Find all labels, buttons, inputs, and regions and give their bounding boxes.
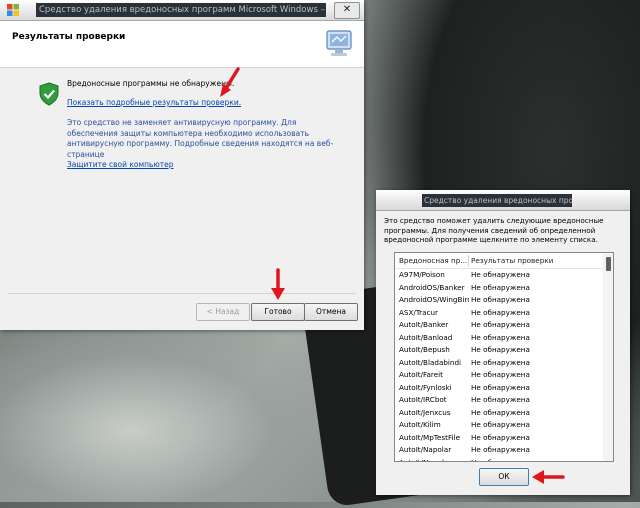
malware-name: AutoIt/MpTestFile bbox=[399, 432, 460, 442]
list-item[interactable]: AutoIt/Banker Не обнаружена bbox=[395, 319, 603, 332]
scan-result: Не обнаружена bbox=[471, 332, 530, 342]
malware-name: AutoIt/Fynloski bbox=[399, 382, 452, 392]
column-header-result[interactable]: Результаты проверки bbox=[471, 253, 553, 268]
scan-result: Не обнаружена bbox=[471, 370, 530, 379]
close-icon: ✕ bbox=[342, 4, 352, 15]
scan-result: Не обнаружена bbox=[471, 395, 530, 404]
malware-name: AutoIt/Bladabindi bbox=[399, 357, 462, 367]
list-rows: A97M/Poison Не обнаружена AndroidOS/Banker… bbox=[395, 269, 603, 462]
scan-result: Не обнаружена bbox=[471, 282, 530, 292]
scan-result: Не обнаружена bbox=[471, 407, 530, 417]
scrollbar-thumb[interactable] bbox=[606, 257, 611, 271]
malware-name: AutoIt/Bepush bbox=[399, 345, 450, 354]
ok-button[interactable]: ОК bbox=[479, 468, 529, 486]
malware-name: AutoIt/Napolar bbox=[399, 445, 452, 454]
list-item[interactable]: AutoIt/Jenxcus Не обнаружена bbox=[395, 407, 603, 420]
list-item[interactable]: AutoIt/Kilim Не обнаружена bbox=[395, 419, 603, 432]
back-button[interactable]: < Назад bbox=[196, 303, 250, 321]
scan-result: Не обнаружена bbox=[471, 345, 530, 354]
column-header-malware[interactable]: Вредоносная пр... bbox=[399, 253, 469, 268]
red-arrow-icon bbox=[220, 67, 240, 97]
scan-result: Не обнаружена bbox=[471, 457, 530, 462]
column-divider[interactable] bbox=[468, 255, 469, 266]
list-item[interactable]: AndroidOS/WingBird Не обнаружена bbox=[395, 294, 603, 307]
button-row-divider bbox=[8, 293, 356, 294]
scan-result: Не обнаружена bbox=[471, 445, 530, 454]
red-arrow-icon bbox=[271, 268, 285, 300]
malware-name: AutoIt/Jenxcus bbox=[399, 407, 451, 417]
info-paragraph: Это средство не заменяет антивирусную пр… bbox=[67, 118, 337, 171]
list-header: Вредоносная пр... Результаты проверки bbox=[395, 253, 603, 269]
close-button[interactable]: ✕ bbox=[334, 2, 360, 19]
malware-name: AutoIt/Fareit bbox=[399, 370, 443, 379]
list-item[interactable]: AndroidOS/Banker Не обнаружена bbox=[395, 282, 603, 295]
wizard-body: Вредоносные программы не обнаружены. Пок… bbox=[0, 68, 364, 292]
scan-result: Не обнаружена bbox=[471, 307, 530, 317]
scan-result: Не обнаружена bbox=[471, 295, 530, 304]
list-item[interactable]: AutoIt/Bepush Не обнаружена bbox=[395, 344, 603, 357]
scan-result: Не обнаружена bbox=[471, 420, 530, 429]
list-item[interactable]: AutoIt/Napolar Не обнаружена bbox=[395, 444, 603, 457]
list-item[interactable]: AutoIt/Fareit Не обнаружена bbox=[395, 369, 603, 382]
wizard-window-title: Средство удаления вредоносных программ M… bbox=[36, 3, 326, 17]
list-item[interactable]: ASX/Tracur Не обнаружена bbox=[395, 307, 603, 320]
malware-name: AutoIt/Kilim bbox=[399, 420, 441, 429]
list-item[interactable]: AutoIt/Banload Не обнаружена bbox=[395, 332, 603, 345]
scan-status-text: Вредоносные программы не обнаружены. bbox=[67, 79, 235, 88]
list-item[interactable]: AutoIt/Bladabindi Не обнаружена bbox=[395, 357, 603, 370]
results-window-title: Средство удаления вредоносных программ bbox=[422, 194, 572, 207]
malware-name: AndroidOS/Banker bbox=[399, 282, 465, 292]
finish-button[interactable]: Готово bbox=[251, 303, 305, 321]
malware-list[interactable]: Вредоносная пр... Результаты проверки A9… bbox=[394, 252, 614, 462]
list-item[interactable]: A97M/Poison Не обнаружена bbox=[395, 269, 603, 282]
wizard-titlebar[interactable]: Средство удаления вредоносных программ M… bbox=[0, 0, 364, 21]
protect-computer-link[interactable]: Защитите свой компьютер bbox=[67, 160, 174, 169]
malware-name: A97M/Poison bbox=[399, 270, 445, 279]
wallpaper-mist bbox=[0, 325, 330, 502]
malware-name: AutoIt/Banload bbox=[399, 332, 453, 342]
windows-flag-icon bbox=[7, 4, 19, 16]
wizard-header: Результаты проверки bbox=[0, 21, 364, 68]
results-window: Средство удаления вредоносных программ Э… bbox=[376, 190, 630, 495]
info-text: Это средство не заменяет антивирусную пр… bbox=[67, 118, 334, 159]
scan-result: Не обнаружена bbox=[471, 382, 530, 392]
red-arrow-icon bbox=[532, 470, 565, 484]
malware-name: AutoIt/IRCbot bbox=[399, 395, 447, 404]
shield-check-icon bbox=[39, 82, 59, 106]
monitor-scan-icon bbox=[326, 30, 352, 56]
malware-name: AndroidOS/WingBird bbox=[399, 295, 469, 304]
malware-name: ASX/Tracur bbox=[399, 307, 438, 317]
list-item[interactable]: AutoIt/Nuqel Не обнаружена bbox=[395, 457, 603, 462]
malware-name: AutoIt/Banker bbox=[399, 320, 449, 329]
cancel-button[interactable]: Отмена bbox=[304, 303, 358, 321]
scan-result: Не обнаружена bbox=[471, 357, 530, 367]
list-item[interactable]: AutoIt/Fynloski Не обнаружена bbox=[395, 382, 603, 395]
list-scrollbar[interactable] bbox=[603, 253, 613, 461]
show-details-link[interactable]: Показать подробные результаты проверки. bbox=[67, 98, 241, 107]
results-description: Это средство поможет удалить следующие в… bbox=[384, 216, 604, 244]
wizard-window: Средство удаления вредоносных программ M… bbox=[0, 0, 364, 330]
scan-result: Не обнаружена bbox=[471, 270, 530, 279]
scan-result: Не обнаружена bbox=[471, 432, 530, 442]
results-titlebar[interactable]: Средство удаления вредоносных программ bbox=[376, 190, 630, 211]
malware-name: AutoIt/Nuqel bbox=[399, 457, 444, 462]
list-item[interactable]: AutoIt/MpTestFile Не обнаружена bbox=[395, 432, 603, 445]
scan-result: Не обнаружена bbox=[471, 320, 530, 329]
list-item[interactable]: AutoIt/IRCbot Не обнаружена bbox=[395, 394, 603, 407]
page-title: Результаты проверки bbox=[12, 32, 126, 42]
